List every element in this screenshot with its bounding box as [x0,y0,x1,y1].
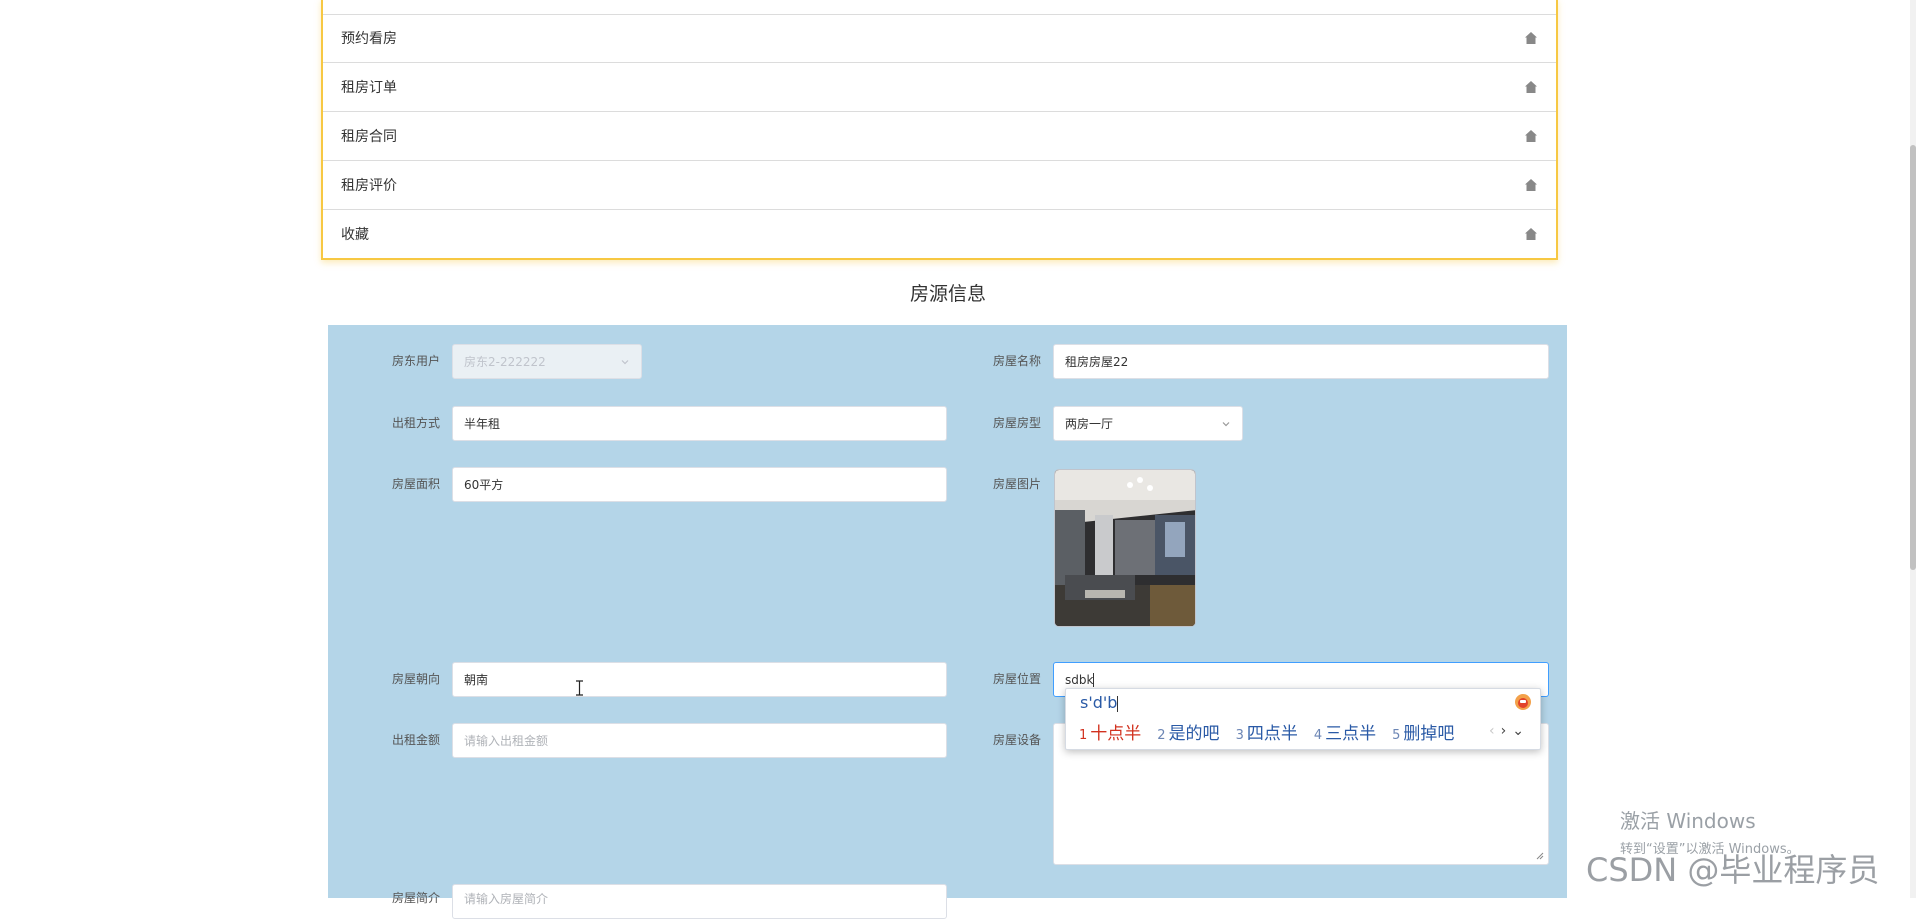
home-icon [1525,130,1537,142]
resize-handle-icon[interactable] [1535,851,1544,860]
menu-item-hidden[interactable] [323,0,1556,15]
landlord-label: 房东用户 [391,354,440,368]
ime-candidate[interactable]: 2 是的吧 [1157,719,1219,744]
orientation-label: 房屋朝向 [391,672,440,686]
menu-item-rental-orders[interactable]: 租房订单 [323,63,1556,112]
house-name-value: 租房房屋22 [1065,355,1129,369]
area-input[interactable]: 60平方 [452,467,947,502]
rent-mode-value: 半年租 [464,417,501,431]
facilities-label: 房屋设备 [992,733,1041,747]
ime-candidate[interactable]: 4 三点半 [1314,719,1376,744]
price-input[interactable]: 请输入出租金额 [452,723,947,758]
location-value: sdbk [1065,672,1094,687]
house-type-select[interactable]: 两房一厅 [1053,406,1243,441]
ime-composition: s'd'b [1080,693,1119,712]
menu-item-rental-reviews[interactable]: 租房评价 [323,161,1556,210]
landlord-select: 房东2-222222 [452,344,642,379]
page-scrollbar[interactable] [1910,0,1916,898]
ime-candidate[interactable]: 3 四点半 [1236,719,1298,744]
csdn-watermark: CSDN @毕业程序员 [1586,851,1880,889]
home-icon [1525,179,1537,191]
room-photo-image [1055,470,1195,626]
chevron-down-icon [1222,421,1230,426]
area-value: 60平方 [464,478,504,492]
home-icon [1525,228,1537,240]
mouse-ibeam-cursor-icon [576,680,583,696]
rent-mode-label: 出租方式 [391,416,440,430]
ime-logo-icon[interactable] [1514,693,1532,711]
orientation-input[interactable]: 朝南 [452,662,947,697]
home-icon [1525,81,1537,93]
menu-item-label: 预约看房 [341,31,397,47]
activation-title: 激活 Windows [1620,809,1756,833]
intro-input[interactable]: 请输入房屋简介 [452,884,947,919]
price-label: 出租金额 [391,733,440,747]
house-type-value: 两房一厅 [1065,417,1114,431]
ime-prev-icon[interactable]: ‹ [1489,723,1501,739]
scrollbar-thumb[interactable] [1910,145,1916,570]
text-caret [1093,672,1095,687]
ime-next-icon[interactable]: › [1501,723,1513,739]
house-photo[interactable] [1054,469,1196,627]
house-type-label: 房屋房型 [992,416,1041,430]
page-title: 房源信息 [909,283,986,305]
location-label: 房屋位置 [992,672,1041,686]
photo-label: 房屋图片 [992,477,1041,491]
menu-item-rental-contracts[interactable]: 租房合同 [323,112,1556,161]
menu-item-label: 收藏 [341,227,369,243]
house-name-input[interactable]: 租房房屋22 [1053,344,1549,379]
ime-page-nav: ‹›⌄ [1489,723,1530,739]
menu-item-label: 租房合同 [341,129,397,145]
house-name-label: 房屋名称 [992,354,1041,368]
chevron-down-icon [621,359,629,364]
home-icon [1525,32,1537,44]
ime-candidate-window: s'd'b 1 十点半 2 是的吧 3 四点半 4 三点半 5 删掉吧 ‹›⌄ [1065,688,1541,750]
landlord-value: 房东2-222222 [464,355,546,369]
area-label: 房屋面积 [391,477,440,491]
menu-item-favorites[interactable]: 收藏 [323,210,1556,258]
ime-candidates: 1 十点半 2 是的吧 3 四点半 4 三点半 5 删掉吧 [1079,719,1454,744]
ime-candidate[interactable]: 5 删掉吧 [1392,719,1454,744]
menu-item-label: 租房订单 [341,80,397,96]
ime-expand-icon[interactable]: ⌄ [1512,723,1530,739]
price-placeholder: 请输入出租金额 [464,734,549,748]
orientation-value: 朝南 [464,673,489,687]
ime-candidate[interactable]: 1 十点半 [1079,719,1141,744]
intro-placeholder: 请输入房屋简介 [464,892,549,906]
user-menu: 预约看房 租房订单 租房合同 租房评价 收藏 [321,0,1558,260]
intro-label: 房屋简介 [391,891,440,905]
menu-item-label: 租房评价 [341,178,397,194]
rent-mode-input[interactable]: 半年租 [452,406,947,441]
menu-item-viewing-appointment[interactable]: 预约看房 [323,14,1556,63]
